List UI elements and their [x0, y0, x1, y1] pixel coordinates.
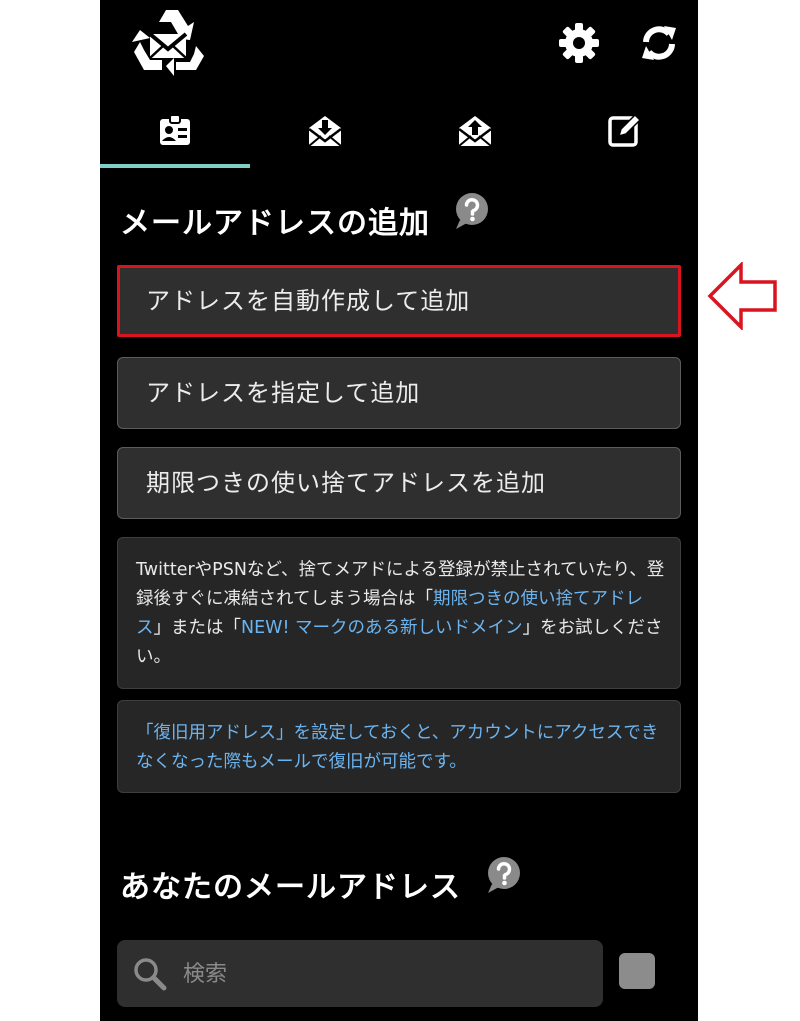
recovery-address-link[interactable]: 「復旧用アドレス」 [136, 723, 294, 743]
info-box-recovery: 「復旧用アドレス」を設定しておくと、アカウントにアクセスできなくなった際もメール… [117, 700, 681, 793]
settings-button[interactable] [558, 22, 600, 64]
question-bubble-icon[interactable] [486, 856, 522, 894]
specify-address-button[interactable]: アドレスを指定して追加 [117, 357, 681, 429]
active-tab-indicator [100, 164, 250, 168]
sync-icon [642, 26, 676, 60]
left-arrow-icon [707, 262, 777, 330]
id-card-icon [160, 114, 190, 145]
mail-upload-icon [458, 116, 492, 147]
your-addresses-title: あなたのメールアドレス [120, 870, 461, 905]
search-box [117, 940, 603, 1007]
compose-icon [608, 113, 642, 147]
info-text: 」または「 [153, 618, 242, 638]
search-input[interactable] [183, 954, 583, 994]
app-screen: メールアドレスの追加 アドレスを自動作成して追加 アドレスを指定して追加 期限つ… [100, 0, 698, 1021]
tab-outbox[interactable] [400, 96, 550, 168]
new-domain-link[interactable]: NEW! マークのある新しいドメイン [241, 618, 523, 638]
refresh-button[interactable] [638, 22, 680, 64]
info-box-disposable: TwitterやPSNなど、捨てメアドによる登録が禁止されていたり、登録後すぐに… [117, 537, 681, 689]
auto-create-address-button[interactable]: アドレスを自動作成して追加 [117, 265, 681, 337]
top-bar [100, 0, 698, 90]
search-icon [134, 958, 167, 991]
gear-icon [559, 23, 599, 63]
tab-bar [100, 96, 698, 168]
question-bubble-icon[interactable] [454, 192, 490, 230]
recycle-mail-logo-icon [132, 10, 204, 76]
add-address-title: メールアドレスの追加 [120, 206, 430, 241]
tab-inbox[interactable] [250, 96, 400, 168]
tab-addresses[interactable] [100, 96, 250, 168]
tab-compose[interactable] [550, 96, 698, 168]
select-all-checkbox[interactable] [619, 953, 655, 989]
mail-download-icon [308, 116, 342, 147]
disposable-address-button[interactable]: 期限つきの使い捨てアドレスを追加 [117, 447, 681, 519]
